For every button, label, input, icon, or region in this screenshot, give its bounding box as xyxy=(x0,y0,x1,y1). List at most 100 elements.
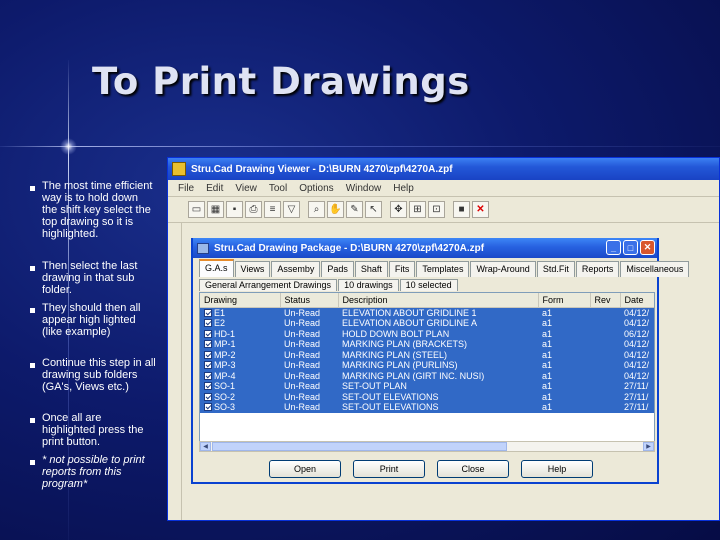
cell-form: a1 xyxy=(538,391,590,402)
app-titlebar[interactable]: Stru.Cad Drawing Viewer - D:\BURN 4270\z… xyxy=(168,158,719,180)
cell-rev xyxy=(590,391,620,402)
slide-title: To Print Drawings xyxy=(92,60,470,103)
table-row[interactable]: SO-2 Un-Read SET-OUT ELEVATIONS a1 27/11… xyxy=(200,391,654,402)
cell-rev xyxy=(590,381,620,392)
tab-templates[interactable]: Templates xyxy=(416,261,470,277)
dialog-titlebar[interactable]: Stru.Cad Drawing Package - D:\BURN 4270\… xyxy=(193,238,657,258)
dialog-tabs: G.A.s Views Assemby Pads Shaft Fits Temp… xyxy=(193,258,690,278)
tab-assemby[interactable]: Assemby xyxy=(271,261,321,277)
app-icon xyxy=(172,162,186,176)
menu-tool[interactable]: Tool xyxy=(269,183,287,194)
table-row[interactable]: E2 Un-Read ELEVATION ABOUT GRIDLINE A a1… xyxy=(200,318,654,329)
zoom-extents-icon[interactable]: ⊡ xyxy=(428,201,445,218)
table-row[interactable]: MP-4 Un-Read MARKING PLAN (GIRT INC. NUS… xyxy=(200,370,654,381)
tab-views[interactable]: Views xyxy=(234,261,271,277)
horizontal-scrollbar[interactable]: ◀ ▶ xyxy=(199,441,655,452)
checkbox-checked-icon[interactable] xyxy=(204,371,212,380)
bullet-text: The most time efficient way is to hold d… xyxy=(42,180,153,240)
checkbox-checked-icon[interactable] xyxy=(204,308,212,317)
zoom-icon[interactable]: ⌕ xyxy=(308,201,325,218)
package-icon[interactable]: ▦ xyxy=(207,201,224,218)
tab-shaft[interactable]: Shaft xyxy=(354,261,388,277)
pan-hand-icon[interactable]: ✋ xyxy=(327,201,344,218)
menu-view[interactable]: View xyxy=(235,183,257,194)
cell-description: SET-OUT ELEVATIONS xyxy=(338,391,538,402)
checkbox-checked-icon[interactable] xyxy=(204,340,212,348)
checkbox-checked-icon[interactable] xyxy=(204,350,212,359)
tab-std-fit[interactable]: Std.Fit xyxy=(536,261,575,277)
cell-form: a1 xyxy=(538,307,590,318)
checkbox-checked-icon[interactable] xyxy=(204,403,212,411)
scroll-right-icon[interactable]: ▶ xyxy=(643,442,654,451)
column-header-form[interactable]: Form xyxy=(538,293,591,308)
drawing-list: Drawing Status Description Form Rev Date… xyxy=(199,292,655,442)
help-button[interactable]: Help xyxy=(521,460,593,478)
black-square-icon[interactable]: ■ xyxy=(453,201,470,218)
move-icon[interactable]: ✥ xyxy=(390,201,407,218)
column-header-rev[interactable]: Rev xyxy=(590,293,621,308)
subtab-ga-drawings[interactable]: General Arrangement Drawings xyxy=(199,279,338,291)
tab-reports[interactable]: Reports xyxy=(575,261,620,277)
cell-date: 27/11/ xyxy=(620,402,654,413)
table-row[interactable]: E1 Un-Read ELEVATION ABOUT GRIDLINE 1 a1… xyxy=(200,307,654,318)
table-row[interactable]: MP-3 Un-Read MARKING PLAN (PURLINS) a1 0… xyxy=(200,360,654,371)
filter-icon[interactable]: ▽ xyxy=(283,201,300,218)
tab-gas[interactable]: G.A.s xyxy=(199,259,234,277)
close-button[interactable]: Close xyxy=(437,460,509,478)
cell-drawing: MP-4 xyxy=(200,370,280,381)
zoom-window-icon[interactable]: ⊞ xyxy=(409,201,426,218)
checkbox-checked-icon[interactable] xyxy=(204,329,212,338)
menu-help[interactable]: Help xyxy=(393,183,414,194)
tab-miscellaneous[interactable]: Miscellaneous xyxy=(620,261,690,277)
cell-status: Un-Read xyxy=(280,360,338,371)
column-header-date[interactable]: Date xyxy=(620,293,654,308)
table-row[interactable]: MP-1 Un-Read MARKING PLAN (BRACKETS) a1 … xyxy=(200,339,654,350)
cell-drawing: SO-3 xyxy=(200,402,280,413)
pointer-icon[interactable]: ↖ xyxy=(365,201,382,218)
bullet-square-icon xyxy=(30,308,35,313)
bullet-text: Continue this step in all drawing sub fo… xyxy=(42,357,156,393)
column-header-description[interactable]: Description xyxy=(338,293,539,308)
cell-rev xyxy=(590,370,620,381)
checkbox-checked-icon[interactable] xyxy=(204,361,212,369)
bullet-text: * not possible to print reports from thi… xyxy=(42,454,145,490)
table-row[interactable]: SO-3 Un-Read SET-OUT ELEVATIONS a1 27/11… xyxy=(200,402,654,413)
menu-edit[interactable]: Edit xyxy=(206,183,223,194)
menu-file[interactable]: File xyxy=(178,183,194,194)
subtab-drawing-count: 10 drawings xyxy=(338,279,399,291)
menu-options[interactable]: Options xyxy=(299,183,333,194)
table-row[interactable]: MP-2 Un-Read MARKING PLAN (STEEL) a1 04/… xyxy=(200,349,654,360)
tab-pads[interactable]: Pads xyxy=(321,261,354,277)
dialog-button-row: Open Print Close Help xyxy=(193,460,661,480)
table-row[interactable]: SO-1 Un-Read SET-OUT PLAN a1 27/11/ xyxy=(200,381,654,392)
column-header-drawing[interactable]: Drawing xyxy=(200,293,281,308)
pencil-icon[interactable]: ✎ xyxy=(346,201,363,218)
close-x-icon[interactable]: ✕ xyxy=(472,201,489,218)
table-row[interactable]: HD-1 Un-Read HOLD DOWN BOLT PLAN a1 06/1… xyxy=(200,328,654,339)
checkbox-checked-icon[interactable] xyxy=(204,382,212,390)
bullet-square-icon xyxy=(30,460,35,465)
open-folder-icon[interactable]: ▭ xyxy=(188,201,205,218)
maximize-icon[interactable]: □ xyxy=(623,240,638,255)
tab-wrap-around[interactable]: Wrap-Around xyxy=(470,261,536,277)
save-icon[interactable]: ▪ xyxy=(226,201,243,218)
checkbox-checked-icon[interactable] xyxy=(204,392,212,401)
tab-fits[interactable]: Fits xyxy=(388,261,416,277)
bullet-item: Continue this step in all drawing sub fo… xyxy=(28,357,156,412)
menu-window[interactable]: Window xyxy=(346,183,382,194)
checkbox-checked-icon[interactable] xyxy=(204,319,212,327)
cell-date: 04/12/ xyxy=(620,318,654,329)
cell-description: SET-OUT PLAN xyxy=(338,381,538,392)
print-icon[interactable]: ⎙ xyxy=(245,201,262,218)
scroll-left-icon[interactable]: ◀ xyxy=(200,442,211,451)
open-button[interactable]: Open xyxy=(269,460,341,478)
column-header-status[interactable]: Status xyxy=(280,293,339,308)
layers-icon[interactable]: ≡ xyxy=(264,201,281,218)
cell-rev xyxy=(590,318,620,329)
minimize-icon[interactable]: _ xyxy=(606,240,621,255)
cell-rev xyxy=(590,349,620,360)
drawing-package-dialog: Stru.Cad Drawing Package - D:\BURN 4270\… xyxy=(191,238,690,484)
print-button[interactable]: Print xyxy=(353,460,425,478)
close-icon[interactable]: ✕ xyxy=(640,240,655,255)
scrollbar-thumb[interactable] xyxy=(212,442,507,451)
